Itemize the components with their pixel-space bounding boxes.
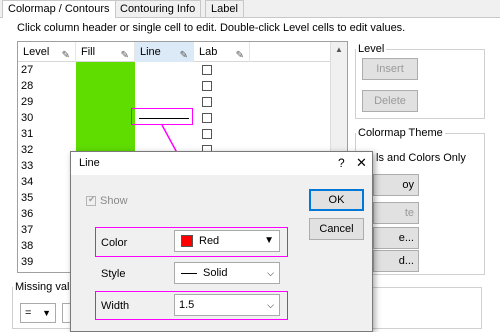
colormap-theme-legend: Colormap Theme: [358, 127, 443, 139]
table-row[interactable]: 27: [18, 62, 268, 78]
missing-operator-select[interactable]: = ▼: [20, 303, 56, 323]
help-icon[interactable]: ?: [338, 156, 345, 170]
line-dialog: Line ? ✕ ✔ Show OK Cancel Color Red ▼ St…: [70, 151, 373, 332]
levels-colors-only-label: ls and Colors Only: [376, 152, 466, 164]
paste-button[interactable]: te: [373, 202, 419, 224]
tab-colormap-contours[interactable]: Colormap / Contours: [2, 0, 116, 18]
table-row[interactable]: 28: [18, 78, 268, 94]
column-header-level[interactable]: Level ✎: [18, 42, 76, 62]
level-cell[interactable]: 31: [21, 126, 33, 142]
label-checkbox[interactable]: [202, 113, 212, 123]
level-cell[interactable]: 28: [21, 78, 33, 94]
style-value: Solid: [203, 267, 228, 279]
level-cell[interactable]: 32: [21, 142, 33, 158]
scroll-up-icon[interactable]: ▲: [335, 45, 343, 54]
chevron-down-icon: ⌵: [267, 268, 274, 278]
level-cell[interactable]: 33: [21, 158, 33, 174]
label-checkbox[interactable]: [202, 65, 212, 75]
style-select[interactable]: Solid ⌵: [174, 262, 280, 284]
level-cell[interactable]: 27: [21, 62, 33, 78]
show-checkbox[interactable]: ✔: [86, 194, 96, 206]
dialog-titlebar: Line ? ✕: [71, 152, 372, 175]
delete-button[interactable]: Delete: [362, 90, 418, 112]
level-cell[interactable]: 30: [21, 110, 33, 126]
column-header-lab-label: Lab: [199, 46, 218, 58]
dialog-title: Line: [79, 157, 100, 169]
solid-line-icon: [181, 273, 197, 274]
style-label: Style: [101, 268, 126, 280]
close-icon[interactable]: ✕: [356, 155, 367, 171]
table-row[interactable]: 31: [18, 126, 268, 142]
level-cell[interactable]: 29: [21, 94, 33, 110]
copy-button[interactable]: oy: [373, 174, 419, 196]
checkmark-icon: ✔: [88, 194, 96, 204]
level-cell[interactable]: 37: [21, 222, 33, 238]
column-header-line[interactable]: Line ✎: [135, 42, 194, 62]
missing-operator-value: =: [25, 307, 32, 319]
column-header-fill[interactable]: Fill ✎: [76, 42, 135, 62]
level-group-legend: Level: [358, 43, 385, 55]
label-checkbox[interactable]: [202, 97, 212, 107]
column-header-lab[interactable]: Lab ✎: [194, 42, 250, 62]
level-cell[interactable]: 35: [21, 190, 33, 206]
chevron-down-icon: ▼: [42, 308, 51, 318]
show-label: Show: [100, 195, 128, 207]
color-highlight: [95, 227, 288, 257]
level-cell[interactable]: 34: [21, 174, 33, 190]
column-header-fill-label: Fill: [81, 46, 96, 58]
level-cell[interactable]: 36: [21, 206, 33, 222]
level-cell[interactable]: 39: [21, 254, 33, 270]
label-checkbox[interactable]: [202, 81, 212, 91]
instructions-text: Click column header or single cell to ed…: [17, 22, 406, 34]
line-cell-highlight: [131, 108, 193, 125]
load-button[interactable]: d...: [373, 250, 419, 272]
insert-button[interactable]: Insert: [362, 58, 418, 80]
save-button[interactable]: e...: [373, 227, 419, 249]
tab-label[interactable]: Label: [205, 0, 244, 17]
ok-button[interactable]: OK: [309, 189, 364, 211]
cancel-button[interactable]: Cancel: [309, 218, 364, 240]
level-cell[interactable]: 38: [21, 238, 33, 254]
column-header-line-label: Line: [140, 46, 161, 58]
width-highlight: [95, 291, 288, 320]
grid-header: Level ✎ Fill ✎ Line ✎ Lab ✎: [18, 42, 347, 62]
column-header-level-label: Level: [23, 46, 50, 58]
tab-contouring-info[interactable]: Contouring Info: [114, 0, 202, 17]
missing-values-legend: Missing valu: [15, 281, 76, 293]
